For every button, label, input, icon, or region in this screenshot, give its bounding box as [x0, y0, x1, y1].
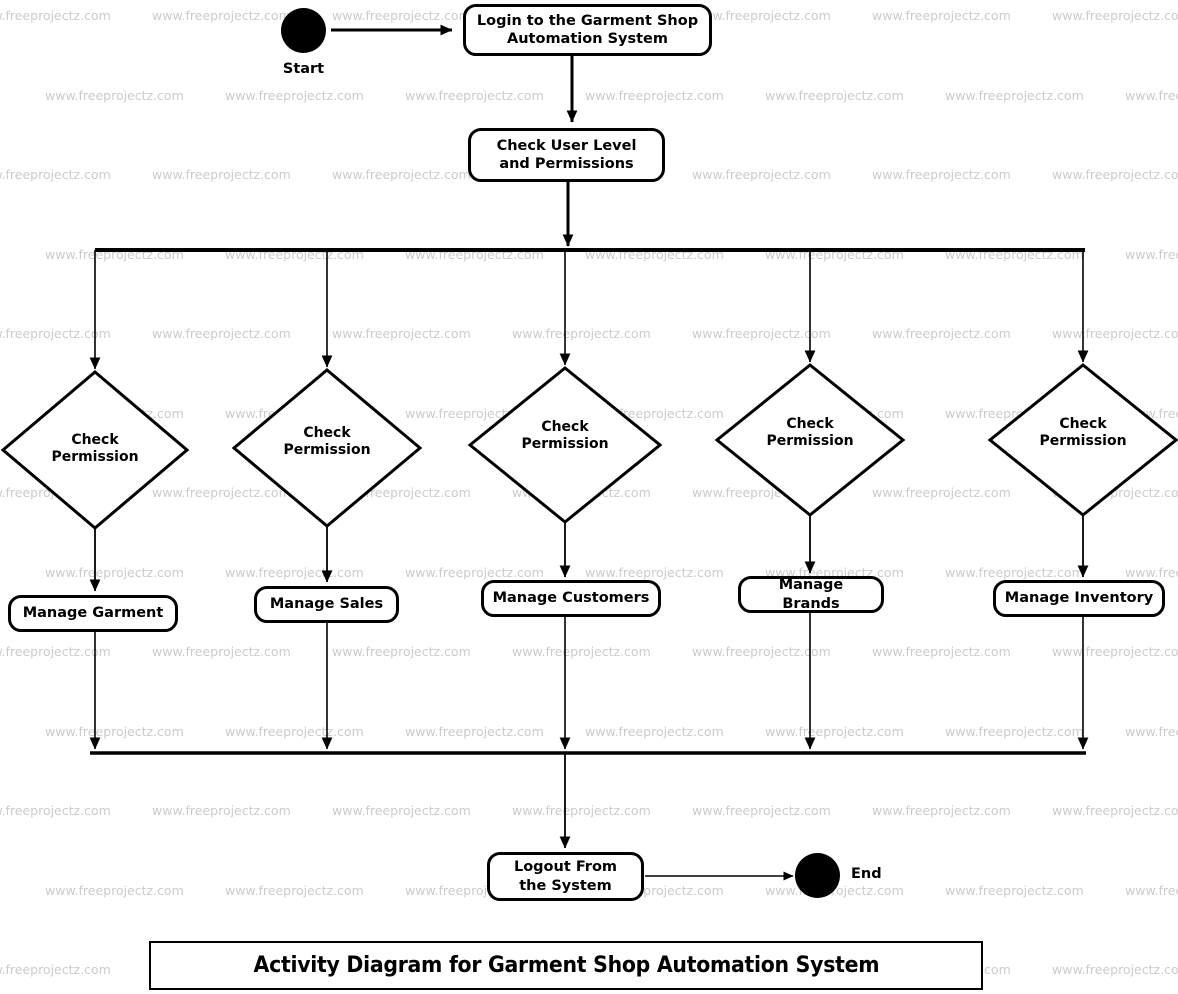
activity-diagram-canvas: www.freeprojectz.comwww.freeprojectz.com… [0, 0, 1178, 994]
activity-login[interactable]: Login to the Garment Shop Automation Sys… [463, 4, 712, 56]
decision-label-brands: Check Permission [766, 416, 854, 449]
diagram-title-box: Activity Diagram for Garment Shop Automa… [149, 941, 983, 990]
start-label: Start [282, 61, 325, 77]
diagram-title-text: Activity Diagram for Garment Shop Automa… [253, 953, 879, 978]
final-node-end[interactable] [795, 853, 840, 898]
activity-manage-inventory[interactable]: Manage Inventory [993, 580, 1165, 617]
activity-check-user-level[interactable]: Check User Level and Permissions [468, 128, 665, 182]
activity-manage-brands[interactable]: Manage Brands [738, 576, 884, 613]
decision-label-sales: Check Permission [283, 425, 371, 458]
activity-manage-garment[interactable]: Manage Garment [8, 595, 178, 632]
activity-manage-customers[interactable]: Manage Customers [481, 580, 661, 617]
decision-label-customers: Check Permission [521, 419, 609, 452]
decision-label-garment: Check Permission [51, 432, 139, 465]
end-label: End [851, 866, 882, 882]
decision-label-inventory: Check Permission [1039, 416, 1127, 449]
initial-node-start[interactable] [281, 8, 326, 53]
activity-logout[interactable]: Logout From the System [487, 852, 644, 901]
activity-manage-sales[interactable]: Manage Sales [254, 586, 399, 623]
